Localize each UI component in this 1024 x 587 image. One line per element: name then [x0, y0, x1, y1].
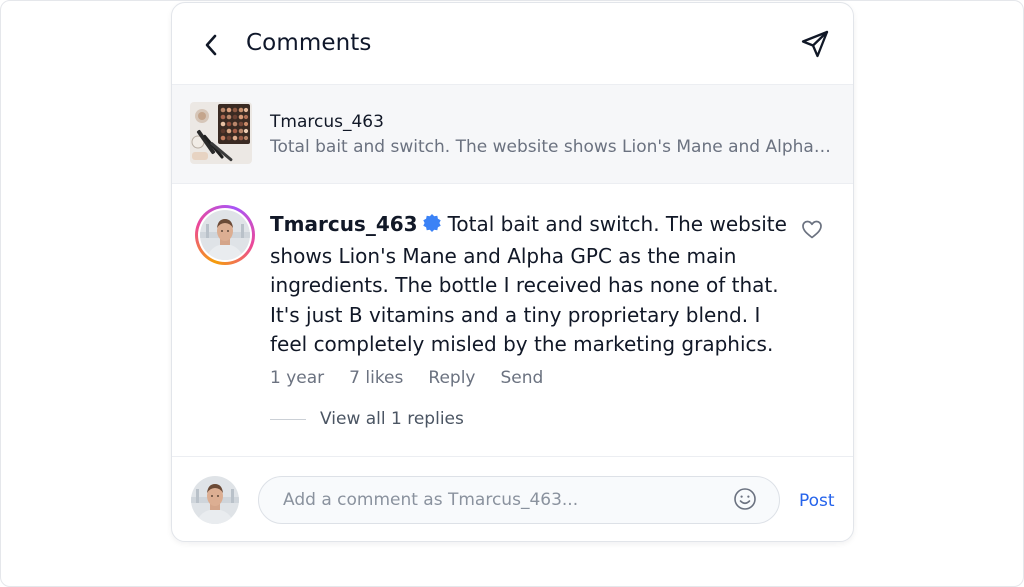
page-title: Comments	[246, 30, 372, 56]
like-button[interactable]	[800, 217, 826, 243]
post-username: Tmarcus_463	[270, 112, 384, 132]
post-button[interactable]: Post	[799, 491, 835, 511]
comment-time: 1 year	[270, 368, 325, 388]
comment-input-container	[258, 476, 780, 524]
view-replies-button[interactable]: View all 1 replies	[270, 409, 464, 429]
comment-input[interactable]	[281, 477, 725, 523]
emoji-icon	[734, 488, 756, 510]
comment-username[interactable]: Tmarcus_463	[270, 212, 418, 236]
avatar[interactable]	[195, 205, 255, 265]
reply-button[interactable]: Reply	[428, 368, 475, 388]
emoji-button[interactable]	[733, 487, 757, 511]
current-user-avatar	[191, 476, 239, 524]
comments-panel: Comments Tmarcus_463 Total bait and swit…	[171, 2, 854, 542]
post-preview[interactable]: Tmarcus_463 Total bait and switch. The w…	[172, 85, 853, 184]
header: Comments	[172, 3, 853, 85]
comment-item: Tmarcus_463 Total bait and switch. The we…	[172, 184, 853, 457]
comment-meta: 1 year 7 likes Reply Send	[270, 368, 543, 388]
send-button[interactable]: Send	[500, 368, 543, 388]
heart-icon	[802, 220, 822, 239]
avatar-image	[200, 210, 250, 260]
comment-composer: Post	[172, 457, 853, 541]
send-icon	[801, 30, 829, 58]
post-thumbnail	[190, 102, 252, 164]
comment-body: Tmarcus_463 Total bait and switch. The we…	[270, 210, 790, 360]
likes-count[interactable]: 7 likes	[349, 368, 403, 388]
post-caption-snippet: Total bait and switch. The website shows…	[270, 137, 836, 157]
share-button[interactable]	[798, 27, 832, 61]
chevron-left-icon	[205, 34, 217, 56]
view-replies-label: View all 1 replies	[320, 409, 464, 429]
replies-divider	[270, 418, 306, 420]
verified-badge-icon	[422, 212, 442, 242]
back-button[interactable]	[198, 30, 224, 60]
